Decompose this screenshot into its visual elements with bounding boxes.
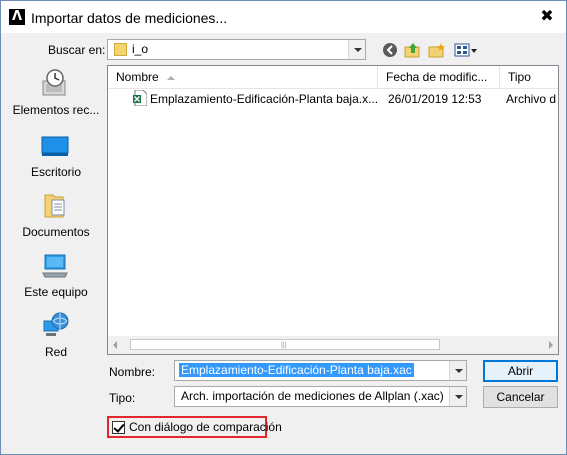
- sort-ascending-icon: [166, 75, 175, 80]
- compare-option[interactable]: Con diálogo de comparación: [107, 416, 282, 438]
- column-label: Nombre: [116, 70, 159, 84]
- view-menu-icon[interactable]: [454, 42, 478, 58]
- place-label: Documentos: [22, 225, 90, 239]
- up-folder-icon[interactable]: [404, 42, 422, 58]
- filename-input[interactable]: Emplazamiento-Edificación-Planta baja.xa…: [179, 363, 414, 377]
- filetype-label: Tipo:: [109, 391, 136, 405]
- column-header-date[interactable]: Fecha de modific...: [378, 66, 500, 89]
- recent-items-icon: [42, 69, 66, 96]
- cancel-button[interactable]: Cancelar: [483, 386, 558, 408]
- file-name: Emplazamiento-Edificación-Planta baja.x.…: [150, 92, 378, 106]
- filetype-combo[interactable]: Arch. importación de mediciones de Allpl…: [174, 386, 467, 407]
- network-icon: [43, 312, 69, 336]
- scroll-thumb[interactable]: |||: [130, 339, 440, 350]
- filetype-value: Arch. importación de mediciones de Allpl…: [181, 389, 444, 403]
- place-desktop[interactable]: Escritorio: [8, 129, 104, 185]
- compare-checkbox[interactable]: [112, 421, 125, 434]
- new-folder-icon[interactable]: [428, 42, 446, 58]
- file-date: 26/01/2019 12:53: [388, 92, 482, 106]
- filename-combo[interactable]: Emplazamiento-Edificación-Planta baja.xa…: [174, 360, 467, 381]
- place-documents[interactable]: Documentos: [8, 189, 104, 245]
- chevron-down-icon[interactable]: [449, 361, 466, 380]
- filename-label: Nombre:: [109, 365, 156, 379]
- places-bar: Elementos rec... Escritorio Documentos E…: [8, 67, 104, 359]
- documents-icon: [44, 194, 65, 218]
- window-title: Importar datos de mediciones...: [31, 10, 228, 26]
- back-icon[interactable]: [382, 42, 400, 58]
- compare-label: Con diálogo de comparación: [129, 420, 282, 434]
- place-recent[interactable]: Elementos rec...: [8, 67, 104, 123]
- place-label: Elementos rec...: [12, 103, 100, 117]
- place-computer[interactable]: Este equipo: [8, 249, 104, 305]
- chevron-down-icon[interactable]: [348, 40, 365, 59]
- scroll-left-icon[interactable]: [113, 341, 117, 349]
- dialog-body: Buscar en: i_o Elementos rec... Escritor…: [2, 33, 565, 454]
- place-label: Este equipo: [24, 285, 88, 299]
- title-bar: Λ Importar datos de mediciones... ✖: [1, 1, 566, 33]
- scroll-right-icon[interactable]: [549, 341, 553, 349]
- column-header-type[interactable]: Tipo: [500, 66, 558, 89]
- file-row[interactable]: Emplazamiento-Edificación-Planta baja.x.…: [108, 89, 558, 109]
- chevron-down-icon[interactable]: [449, 387, 466, 406]
- excel-file-icon: [133, 90, 147, 106]
- column-header-name[interactable]: Nombre: [108, 66, 378, 89]
- lookin-value: i_o: [132, 42, 149, 56]
- scroll-grip: |||: [281, 342, 287, 349]
- horizontal-scrollbar[interactable]: |||: [108, 336, 558, 354]
- folder-icon: [114, 43, 127, 56]
- place-label: Escritorio: [30, 165, 81, 179]
- import-dialog: Λ Importar datos de mediciones... ✖ Busc…: [0, 0, 567, 455]
- computer-icon: [42, 254, 68, 278]
- close-button[interactable]: ✖: [538, 7, 556, 25]
- desktop-icon: [41, 136, 69, 156]
- lookin-label: Buscar en:: [48, 43, 106, 57]
- column-label: Tipo: [508, 70, 531, 84]
- lookin-combo[interactable]: i_o: [107, 39, 366, 60]
- column-label: Fecha de modific...: [386, 70, 488, 84]
- allplan-app-icon: Λ: [9, 9, 25, 25]
- open-button[interactable]: Abrir: [483, 360, 558, 382]
- file-list[interactable]: Nombre Fecha de modific... Tipo Emplazam…: [107, 65, 559, 355]
- place-network[interactable]: Red: [8, 309, 104, 365]
- place-label: Red: [44, 345, 67, 359]
- file-type: Archivo d: [506, 92, 557, 106]
